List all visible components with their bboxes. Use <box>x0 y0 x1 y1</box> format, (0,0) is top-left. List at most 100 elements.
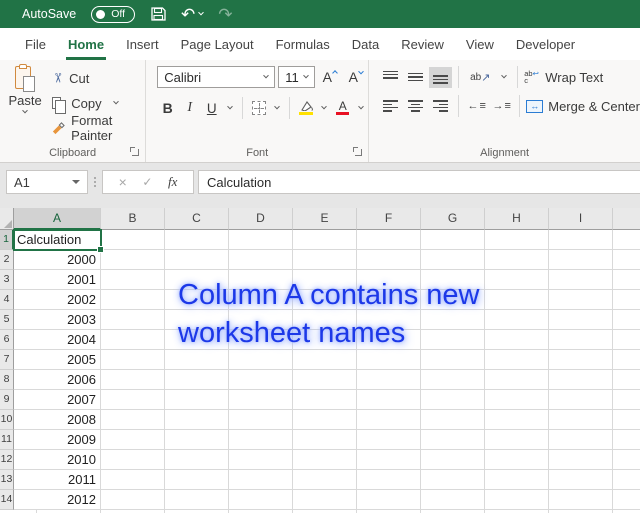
font-color-button[interactable]: A <box>332 98 353 119</box>
row-header[interactable]: 8 <box>0 370 14 390</box>
increase-font-size-button[interactable]: A <box>318 66 341 88</box>
cell-a4[interactable]: 2002 <box>14 290 101 310</box>
undo-icon: ↶ <box>181 6 195 23</box>
align-left-button[interactable] <box>379 96 402 117</box>
cancel-icon[interactable]: × <box>119 174 127 190</box>
undo-dropdown-icon <box>198 10 204 16</box>
borders-dropdown-icon[interactable] <box>270 98 284 119</box>
format-painter-button[interactable]: Format Painter <box>52 117 145 139</box>
cell-a6[interactable]: 2004 <box>14 330 101 350</box>
formula-input[interactable]: Calculation <box>198 170 640 194</box>
cell-a12[interactable]: 2010 <box>14 450 101 470</box>
column-header-a[interactable]: A <box>14 208 101 230</box>
grow-caret-icon <box>332 70 338 76</box>
tab-insert[interactable]: Insert <box>115 37 170 60</box>
row-header[interactable]: 9 <box>0 390 14 410</box>
cell-a1[interactable]: Calculation <box>14 230 101 250</box>
column-header-c[interactable]: C <box>165 208 229 230</box>
column-header-partial[interactable] <box>613 208 640 230</box>
merge-center-button[interactable]: ↔ Merge & Center <box>526 99 640 114</box>
bold-button[interactable]: B <box>157 98 178 119</box>
middle-align-button[interactable] <box>404 67 427 88</box>
clipboard-group-label: Clipboard <box>49 147 96 159</box>
cell-a5[interactable]: 2003 <box>14 310 101 330</box>
orientation-button[interactable]: ab↗ <box>465 67 495 88</box>
row-header[interactable]: 11 <box>0 430 14 450</box>
copy-dropdown-icon[interactable] <box>113 99 119 105</box>
row-header[interactable]: 3 <box>0 270 14 290</box>
select-all-corner[interactable] <box>0 208 14 230</box>
row-header[interactable]: 6 <box>0 330 14 350</box>
tab-formulas[interactable]: Formulas <box>265 37 341 60</box>
tab-developer[interactable]: Developer <box>505 37 586 60</box>
orientation-dropdown-icon[interactable] <box>497 67 511 88</box>
underline-dropdown-icon[interactable] <box>223 98 237 119</box>
fill-color-dropdown-icon[interactable] <box>317 98 331 119</box>
tab-data[interactable]: Data <box>341 37 390 60</box>
font-dialog-launcher-icon[interactable] <box>355 149 362 156</box>
ribbon: Paste ✂ Cut Copy Format Paint <box>0 60 640 163</box>
cell-a13[interactable]: 2011 <box>14 470 101 490</box>
cell-a14[interactable]: 2012 <box>14 490 101 510</box>
paste-dropdown-icon[interactable] <box>22 108 28 114</box>
cell-a3[interactable]: 2001 <box>14 270 101 290</box>
font-size-combo[interactable]: 11 <box>278 66 315 88</box>
decrease-font-size-button[interactable]: A <box>344 66 367 88</box>
column-header-d[interactable]: D <box>229 208 293 230</box>
cell-a10[interactable]: 2008 <box>14 410 101 430</box>
redo-icon: ↷ <box>218 6 232 23</box>
row-header[interactable]: 13 <box>0 470 14 490</box>
column-header-i[interactable]: I <box>549 208 613 230</box>
undo-button[interactable]: ↶ <box>181 6 203 23</box>
bottom-align-button[interactable] <box>429 67 452 88</box>
row-header[interactable]: 12 <box>0 450 14 470</box>
paste-button[interactable]: Paste <box>6 64 44 143</box>
autosave-toggle[interactable]: Off <box>91 6 135 23</box>
tab-home[interactable]: Home <box>57 37 115 60</box>
fill-color-button[interactable] <box>295 98 316 119</box>
save-icon[interactable] <box>150 6 166 22</box>
cell-a2[interactable]: 2000 <box>14 250 101 270</box>
font-name-combo[interactable]: Calibri <box>157 66 275 88</box>
cut-button[interactable]: ✂ Cut <box>52 67 145 89</box>
align-right-button[interactable] <box>429 96 452 117</box>
cell-a11[interactable]: 2009 <box>14 430 101 450</box>
clipboard-dialog-launcher-icon[interactable] <box>132 149 139 156</box>
cell-a8[interactable]: 2006 <box>14 370 101 390</box>
row-header[interactable]: 10 <box>0 410 14 430</box>
column-header-e[interactable]: E <box>293 208 357 230</box>
redo-button[interactable]: ↷ <box>218 6 232 23</box>
increase-indent-button[interactable]: →≡ <box>490 96 513 117</box>
italic-button[interactable]: I <box>179 98 200 119</box>
tab-view[interactable]: View <box>455 37 505 60</box>
row-header[interactable]: 2 <box>0 250 14 270</box>
underline-button[interactable]: U <box>201 98 222 119</box>
top-align-button[interactable] <box>379 67 402 88</box>
row-header[interactable]: 1 <box>0 230 14 250</box>
cell-a9[interactable]: 2007 <box>14 390 101 410</box>
copy-button[interactable]: Copy <box>52 92 145 114</box>
tab-review[interactable]: Review <box>390 37 455 60</box>
column-header-f[interactable]: F <box>357 208 421 230</box>
insert-function-icon[interactable]: fx <box>168 174 177 190</box>
grid-body[interactable]: 1Calculation 22000 32001 42002 52003 620… <box>0 230 640 513</box>
cell-a7[interactable]: 2005 <box>14 350 101 370</box>
align-center-button[interactable] <box>404 96 427 117</box>
row-header[interactable]: 5 <box>0 310 14 330</box>
row-header[interactable]: 7 <box>0 350 14 370</box>
tab-page-layout[interactable]: Page Layout <box>170 37 265 60</box>
grid-row: 122010 <box>0 450 640 470</box>
decrease-indent-button[interactable]: ←≡ <box>465 96 488 117</box>
wrap-text-button[interactable]: ab↩ c Wrap Text <box>524 70 603 85</box>
row-header[interactable]: 4 <box>0 290 14 310</box>
font-color-dropdown-icon[interactable] <box>354 98 368 119</box>
tab-file[interactable]: File <box>14 37 57 60</box>
enter-icon[interactable]: ✓ <box>142 175 152 189</box>
column-header-h[interactable]: H <box>485 208 549 230</box>
borders-button[interactable] <box>248 98 269 119</box>
column-header-b[interactable]: B <box>101 208 165 230</box>
row-header[interactable]: 14 <box>0 490 14 510</box>
column-header-g[interactable]: G <box>421 208 485 230</box>
formula-bar-resize-handle[interactable] <box>88 170 102 187</box>
name-box[interactable]: A1 <box>6 170 88 194</box>
